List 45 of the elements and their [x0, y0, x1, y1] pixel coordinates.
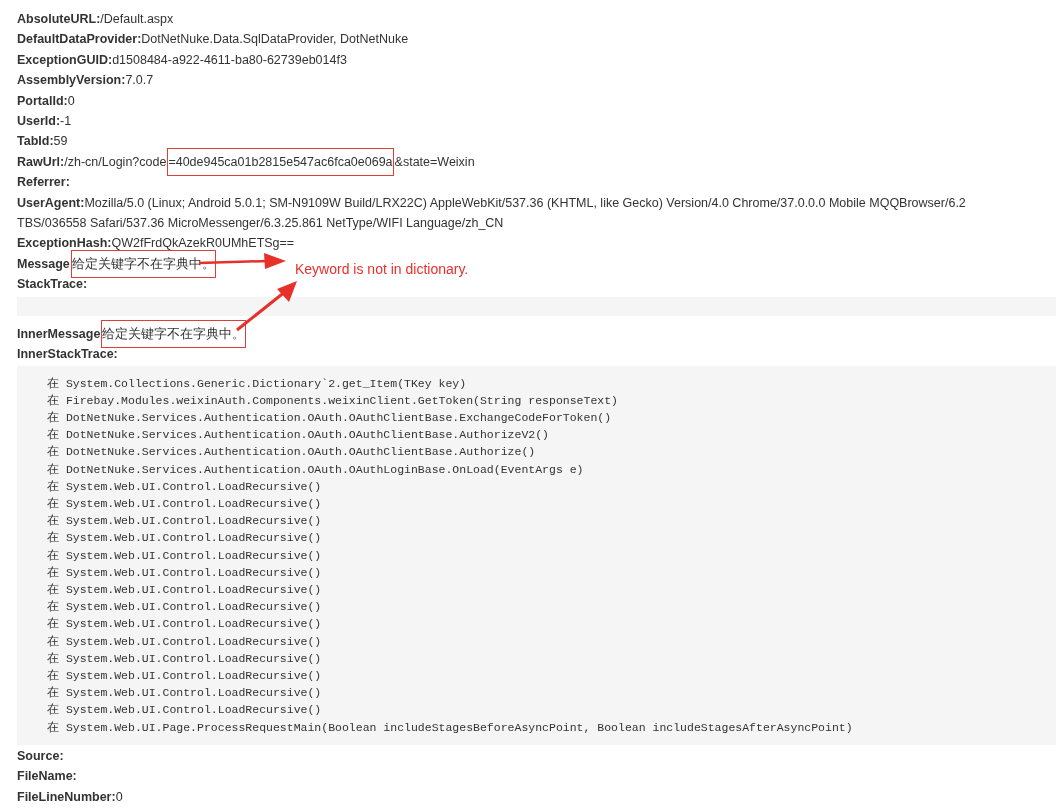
arrow [236, 281, 297, 332]
stack-line: 在 System.Web.UI.Control.LoadRecursive() [47, 702, 323, 719]
field-line: TabId:59 [17, 134, 68, 149]
stack-line: 在 System.Web.UI.Control.LoadRecursive() [47, 581, 323, 598]
field-line: StackTrace: [17, 277, 88, 292]
highlighted-value: =40de945ca01b2815e547ac6fca0e069a [168, 148, 393, 175]
stack-line: 在 System.Web.UI.Control.LoadRecursive() [47, 495, 323, 512]
stack-line: 在 System.Web.UI.Control.LoadRecursive() [47, 478, 323, 495]
stack-line: 在 System.Web.UI.Control.LoadRecursive() [47, 599, 323, 616]
stack-line: 在 DotNetNuke.Services.Authentication.OAuth.OAuthClientBase.ExchangeCodeForToken() [47, 409, 613, 426]
field-line: InnerStackTrace: [17, 347, 118, 362]
stack-line: 在 DotNetNuke.Services.Authentication.OAuth.OAuthClientBase.AuthorizeV2() [47, 427, 550, 444]
stack-line: 在 System.Web.UI.Control.LoadRecursive() [47, 633, 323, 650]
field-value: /zh-cn/Login?code [64, 154, 167, 169]
field-line: AssemblyVersion:7.0.7 [17, 73, 154, 88]
highlighted-value: 给定关键字不在字典中。 [102, 320, 246, 347]
stack-line: 在 System.Collections.Generic.Dictionary`2.get_Item(TKey key) [47, 375, 468, 392]
field-line: FileLineNumber:0 [17, 789, 123, 804]
stack-line: 在 DotNetNuke.Services.Authentication.OAuth.OAuthLoginBase.OnLoad(EventArgs e) [47, 461, 585, 478]
field-line: ExceptionGUID:d1508484-a922-4611-ba80-62739eb014f3 [17, 52, 347, 67]
field-line: AbsoluteURL:/Default.aspx [17, 12, 174, 26]
field-line: DefaultDataProvider:DotNetNuke.Data.SqlDataProvider, DotNetNuke [17, 32, 409, 47]
field-line: PortalId:0 [17, 93, 75, 108]
field-line: UserAgent:Mozilla/5.0 (Linux; Android 5.0.1; SM-N9109W Build/LRX22C) AppleWebKit/537.36 (KHTML, like Gecko) Version/4.0 Chrome/37.0.0.0 Mobile MQQBrowser/6.2 TBS/036558 Safari/537.36 MicroMessenger/6.3.25.861 NetType/WIFI Language/zh_CN [17, 195, 966, 231]
field-line: Source: [17, 748, 64, 763]
field-line: ExceptionHash:QW2fFrdQkAzekR0UMhETSg== [17, 236, 295, 251]
stack-line: 在 System.Web.UI.Control.LoadRecursive() [47, 616, 323, 633]
stack-line: 在 System.Web.UI.Control.LoadRecursive() [47, 547, 323, 564]
field-value: &state=Weixin [394, 154, 475, 169]
stack-line: 在 System.Web.UI.Control.LoadRecursive() [47, 564, 323, 581]
annotation-text: Keyword is not in dictionary. [295, 260, 469, 279]
stack-line: 在 System.Web.UI.Control.LoadRecursive() [47, 530, 323, 547]
field-label: RawUrl: [17, 154, 65, 169]
field-line: Referrer: [17, 175, 70, 190]
stack-line: 在 DotNetNuke.Services.Authentication.OAuth.OAuthClientBase.Authorize() [47, 444, 537, 461]
field-label: InnerMessage [17, 326, 101, 341]
field-line: FileName: [17, 769, 77, 784]
field-label: Message [17, 256, 70, 271]
field-line: UserId:-1 [17, 114, 72, 129]
stack-line: 在 Firebay.Modules.weixinAuth.Components.weixinClient.GetToken(String responseText) [47, 392, 619, 409]
stack-line: 在 System.Web.UI.Control.LoadRecursive() [47, 667, 323, 684]
stack-line: 在 System.Web.UI.Control.LoadRecursive() [47, 650, 323, 667]
stack-line: 在 System.Web.UI.Control.LoadRecursive() [47, 685, 323, 702]
stack-line: 在 System.Web.UI.Page.ProcessRequestMain(Boolean includeStagesBeforeAsyncPoint, Boolean includeStagesAfterAsyncPoint) [47, 719, 854, 736]
stack-line: 在 System.Web.UI.Control.LoadRecursive() [47, 513, 323, 530]
